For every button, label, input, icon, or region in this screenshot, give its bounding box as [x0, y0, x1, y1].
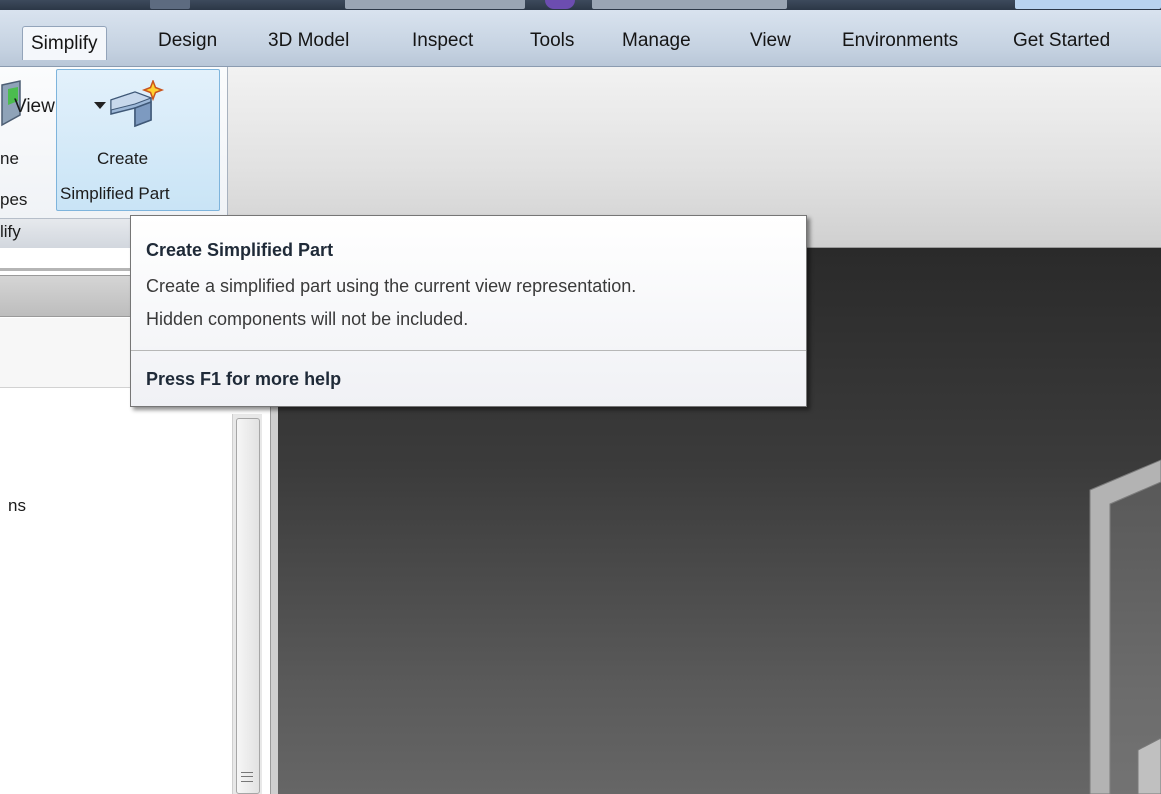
create-label-line-1: Create: [97, 149, 149, 168]
tab-view[interactable]: View: [750, 28, 791, 54]
view-dropdown-label[interactable]: View: [14, 96, 55, 118]
tooltip-description-line-2: Hidden components will not be included.: [146, 309, 469, 329]
tooltip-description-line-1: Create a simplified part using the curre…: [146, 276, 637, 296]
grip-icon: [241, 772, 253, 782]
frame-model: [1089, 459, 1161, 794]
tree-item[interactable]: ns: [8, 496, 26, 516]
tooltip-help-text: Press F1 for more help: [146, 369, 342, 389]
qat-button[interactable]: [150, 0, 190, 9]
qat-material-dropdown[interactable]: [345, 0, 525, 9]
previous-button[interactable]: ne pes: [0, 69, 52, 211]
tooltip-title: Create Simplified Part: [146, 240, 334, 260]
tab-manage[interactable]: Manage: [622, 28, 691, 54]
qat-appearance-dropdown[interactable]: [592, 0, 787, 9]
previous-button-label-1: ne: [0, 149, 19, 168]
tab-get-started[interactable]: Get Started: [1013, 28, 1110, 54]
tab-design[interactable]: Design: [158, 28, 217, 54]
scroll-thumb[interactable]: [236, 418, 260, 794]
tooltip: Create Simplified Part Create a simplifi…: [130, 215, 807, 407]
create-simplified-part-button[interactable]: Create Simplified Part: [56, 69, 220, 211]
part-with-star-icon: [110, 80, 165, 128]
tooltip-divider: [131, 350, 806, 351]
create-label-line-2: Simplified Part: [60, 184, 170, 203]
panel-title: lify: [0, 222, 21, 241]
chevron-down-icon[interactable]: [94, 102, 106, 109]
qat-search-area[interactable]: [1015, 0, 1161, 9]
quick-access-toolbar: [0, 0, 1161, 10]
ribbon-tab-bar: Simplify Design 3D Model Inspect Tools M…: [0, 10, 1161, 67]
tab-environments[interactable]: Environments: [842, 28, 958, 54]
tab-tools[interactable]: Tools: [530, 28, 574, 54]
tab-3d-model[interactable]: 3D Model: [268, 28, 349, 54]
tab-inspect[interactable]: Inspect: [412, 28, 473, 54]
appearance-icon[interactable]: [545, 0, 575, 9]
previous-button-label-2: pes: [0, 190, 28, 209]
tab-simplify[interactable]: Simplify: [22, 26, 107, 60]
